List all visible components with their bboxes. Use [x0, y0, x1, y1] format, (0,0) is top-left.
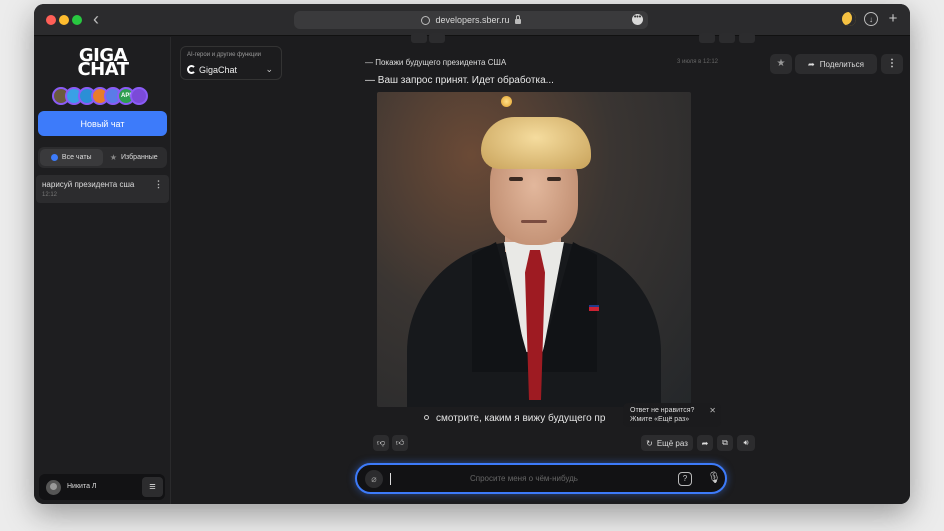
- gigachat-logo[interactable]: GIGA CHAT: [67, 47, 139, 80]
- star-icon: ★: [109, 153, 118, 162]
- bot-status-message: — Ваш запрос принят. Идет обработка...: [365, 75, 554, 86]
- copy-button[interactable]: ⧉: [717, 435, 733, 451]
- previous-action-button[interactable]: [411, 33, 427, 43]
- globe-icon: [421, 15, 431, 25]
- tooltip-line1: Ответ не нравится?: [630, 407, 695, 414]
- bullet-icon: [424, 415, 429, 420]
- dark-mode-icon[interactable]: [842, 12, 856, 26]
- share-arrow-icon: ➦: [701, 438, 709, 448]
- speaker-icon: 🔊︎: [743, 438, 749, 447]
- minimize-window-button[interactable]: [59, 15, 69, 25]
- sidebar: GIGA CHAT API Новый чат Все чаты ★ Избра…: [34, 37, 171, 504]
- browser-window: ‹ developers.sber.ru ••• ↓ + GIGA CHAT A…: [34, 4, 910, 504]
- user-name: Никита Л: [67, 483, 97, 490]
- portrait-hair: [481, 117, 591, 169]
- browser-titlebar: ‹ developers.sber.ru ••• ↓ +: [34, 4, 910, 36]
- previous-action-button[interactable]: [699, 33, 715, 43]
- message-input[interactable]: ⌀ Спросите меня о чём-нибудь ? 🎙︎: [355, 463, 727, 494]
- text-caret: [390, 473, 391, 485]
- favorite-star-button[interactable]: ★: [770, 54, 792, 74]
- tab-favorites[interactable]: ★ Избранные: [103, 149, 166, 166]
- tab-all-chats-label: Все чаты: [61, 154, 92, 161]
- chat-filter: Все чаты ★ Избранные: [38, 147, 167, 168]
- page-menu-icon[interactable]: •••: [632, 14, 643, 25]
- thumbs-down-icon: 👎︎: [376, 438, 386, 447]
- retry-tooltip: Ответ не нравится? Жмите «Ещё раз» ✕: [623, 403, 721, 427]
- user-message: — Покажи будущего президента США: [365, 58, 507, 67]
- portrait-eye: [547, 177, 561, 181]
- paperclip-icon[interactable]: ⌀: [365, 470, 383, 488]
- model-name: GigaChat: [199, 65, 238, 75]
- bullet-text: смотрите, каким я вижу будущего пр: [436, 413, 606, 424]
- tab-favorites-label: Избранные: [121, 154, 158, 161]
- like-button[interactable]: 👍︎: [392, 435, 408, 451]
- model-selector[interactable]: AI-герои и другие функции GigaChat ⌄: [180, 46, 282, 80]
- more-options-icon[interactable]: ⋮: [881, 54, 903, 74]
- thumbs-up-icon: 👍︎: [395, 438, 405, 447]
- previous-action-button[interactable]: [429, 33, 445, 43]
- new-chat-button[interactable]: Новый чат: [38, 111, 167, 136]
- retry-label: Ещё раз: [656, 438, 688, 448]
- back-arrow-icon[interactable]: ‹: [93, 10, 99, 28]
- light-orb: [501, 96, 512, 107]
- download-icon[interactable]: ↓: [864, 12, 878, 26]
- hero-avatar[interactable]: [130, 87, 148, 105]
- voice-button[interactable]: 🔊︎: [737, 435, 755, 451]
- chats-icon: [50, 154, 58, 161]
- chevron-down-icon: ⌄: [265, 64, 273, 74]
- logo-line2: CHAT: [77, 59, 129, 80]
- hamburger-menu-icon[interactable]: ≡: [142, 477, 163, 497]
- portrait-mouth: [521, 220, 547, 223]
- bot-bullet-text: смотрите, каким я вижу будущего пр: [424, 413, 624, 424]
- portrait-eye: [509, 177, 523, 181]
- message-date: 3 июля в 12:12: [677, 59, 719, 65]
- microphone-icon[interactable]: 🎙︎: [707, 471, 721, 484]
- user-avatar: [46, 480, 61, 495]
- model-caption: AI-герои и другие функции: [187, 52, 262, 58]
- copy-icon: ⧉: [722, 438, 728, 447]
- dislike-button[interactable]: 👎︎: [373, 435, 389, 451]
- share-arrow-icon: ➦: [808, 59, 815, 69]
- maximize-window-button[interactable]: [72, 15, 82, 25]
- share-answer-button[interactable]: ➦: [697, 435, 713, 451]
- tooltip-line2: Жмите «Ещё раз»: [630, 416, 690, 423]
- chat-list-item[interactable]: нарисуй президента сша 12:12 ⋮: [36, 175, 169, 203]
- retry-button[interactable]: ↻ Ещё раз: [641, 435, 693, 451]
- help-icon[interactable]: ?: [678, 472, 692, 486]
- gigachat-icon: [187, 65, 196, 74]
- tab-all-chats[interactable]: Все чаты: [40, 149, 103, 166]
- share-button[interactable]: ➦ Поделиться: [795, 54, 877, 74]
- previous-action-button[interactable]: [739, 33, 755, 43]
- chat-item-more-icon[interactable]: ⋮: [154, 179, 163, 190]
- address-bar[interactable]: developers.sber.ru: [294, 11, 648, 29]
- share-button-label: Поделиться: [819, 59, 864, 69]
- user-panel[interactable]: Никита Л ≡: [39, 474, 165, 500]
- chat-item-title: нарисуй президента сша: [42, 180, 135, 189]
- url-text: developers.sber.ru: [435, 15, 510, 25]
- flag-pin: [589, 305, 599, 311]
- refresh-icon: ↻: [646, 438, 653, 448]
- chat-main: AI-герои и другие функции GigaChat ⌄ ★ ➦…: [172, 33, 910, 504]
- close-window-button[interactable]: [46, 15, 56, 25]
- generated-portrait-image[interactable]: [377, 92, 691, 407]
- input-placeholder: Спросите меня о чём-нибудь: [470, 474, 578, 483]
- chat-item-time: 12:12: [42, 192, 58, 198]
- lock-icon: [514, 14, 521, 24]
- close-icon[interactable]: ✕: [709, 406, 716, 415]
- ai-heroes-avatars[interactable]: API: [52, 87, 148, 105]
- previous-action-button[interactable]: [719, 33, 735, 43]
- new-tab-icon[interactable]: +: [886, 11, 900, 26]
